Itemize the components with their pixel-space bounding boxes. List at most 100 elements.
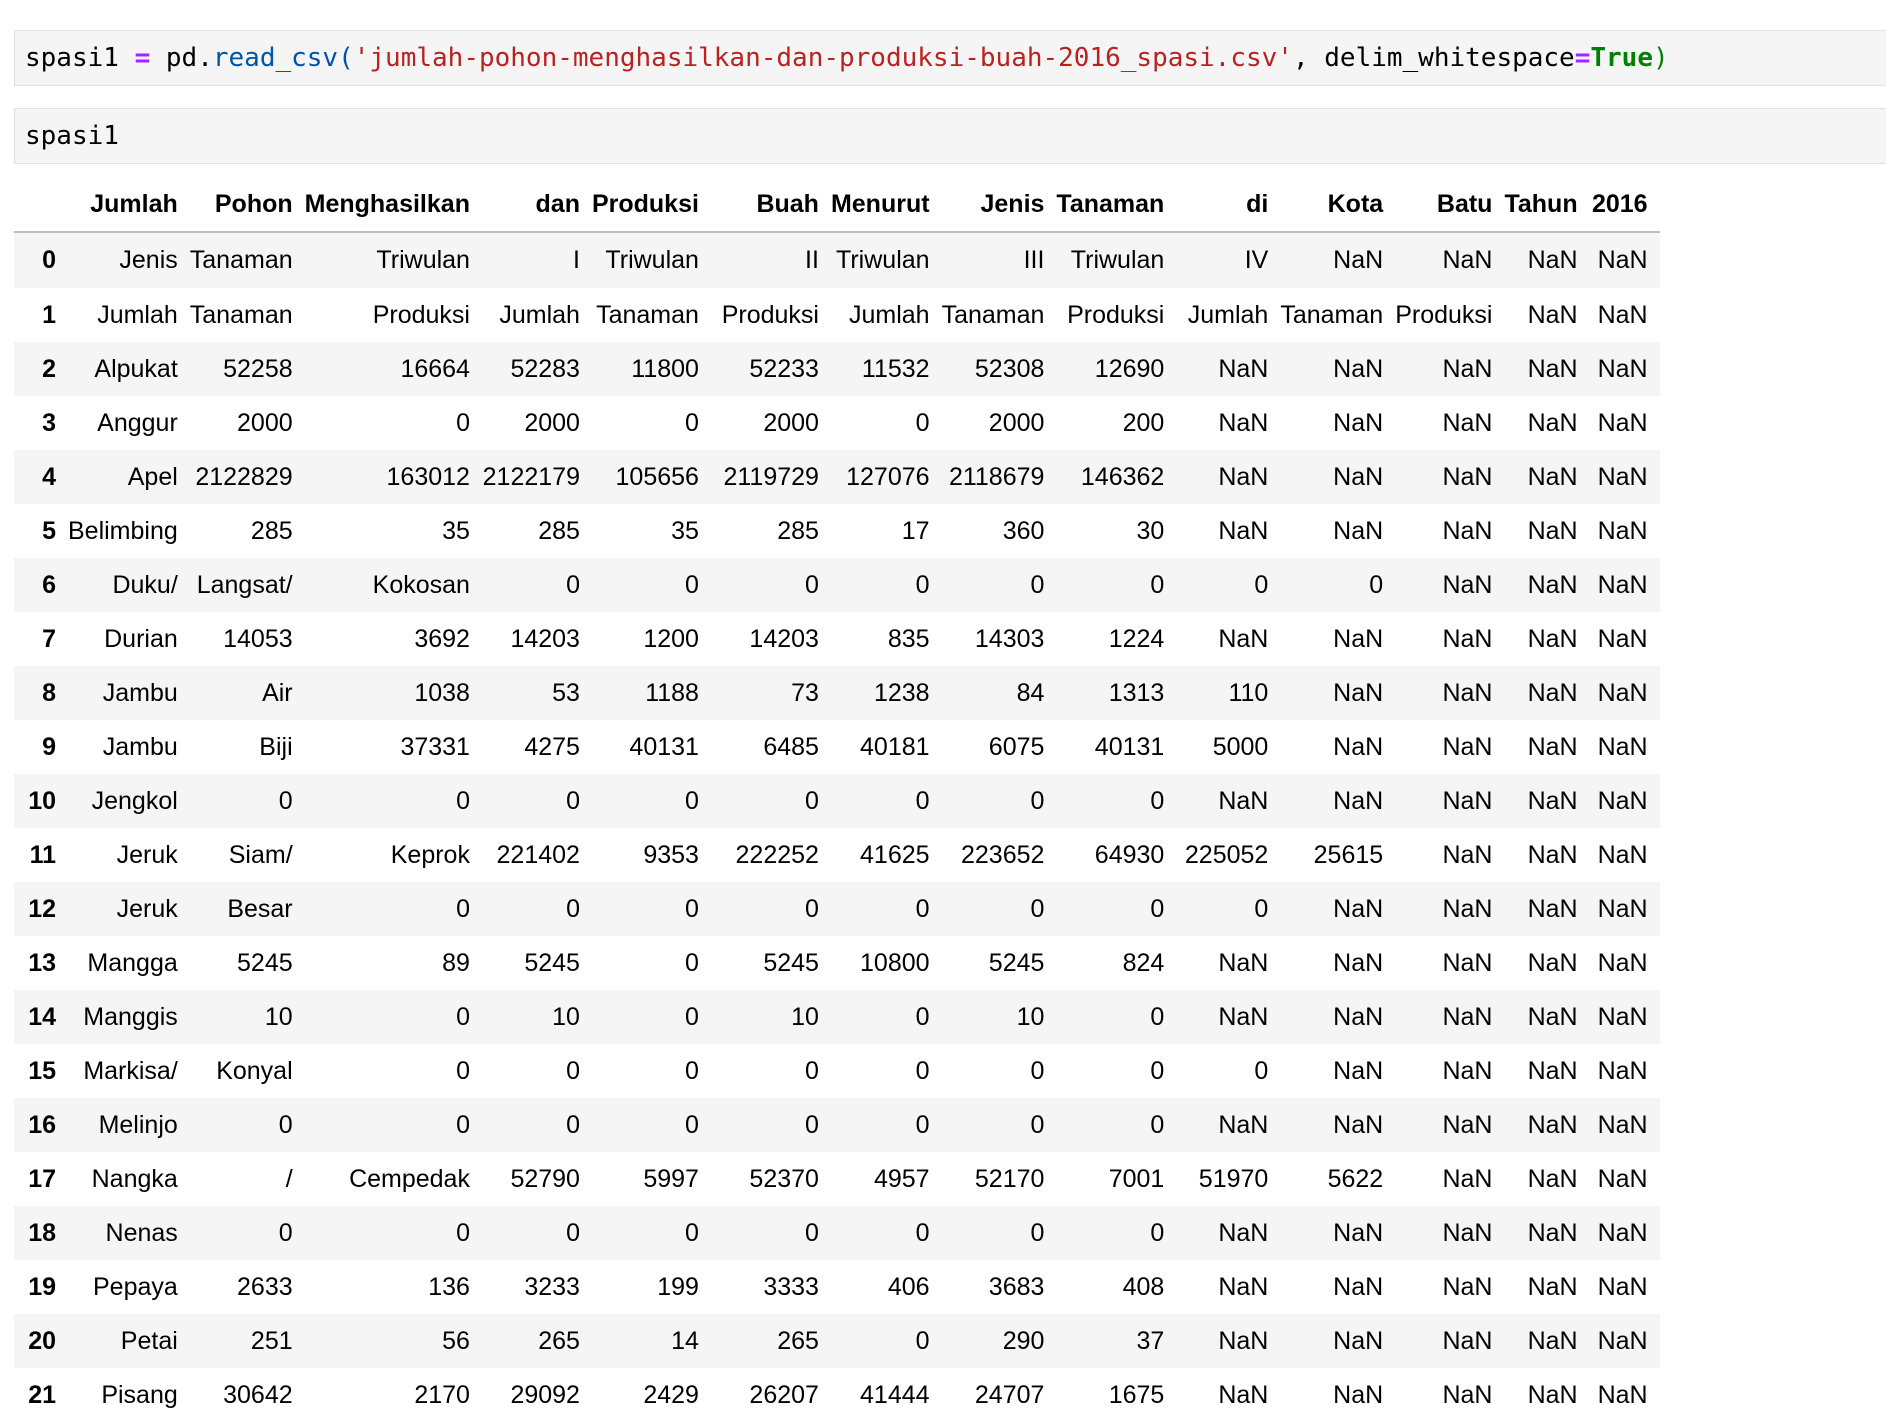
table-cell: Jengkol — [91, 786, 178, 815]
table-cell: 199 — [657, 1272, 699, 1301]
row-index: 6 — [42, 570, 56, 599]
row-index: 11 — [29, 840, 56, 869]
table-cell: 0 — [278, 1110, 293, 1139]
table-cell: NaN — [1442, 462, 1493, 491]
dataframe-output-table: Jumlah Pohon Menghasilkan dan Produksi Buah Me… — [14, 178, 1660, 1422]
table-row: 5 Belimbing 285 35 285 35 285 17 360 30 NaN NaN NaN N… — [14, 504, 1660, 558]
table-cell: Markisa/ — [83, 1056, 178, 1085]
table-header: Jumlah Pohon Menghasilkan dan Produksi Buah Me… — [14, 178, 1660, 233]
table-cell: NaN — [1597, 1110, 1648, 1139]
table-cell: NaN — [1442, 1164, 1493, 1193]
table-body: 0 Jenis Tanaman Triwulan I Triwulan II Triwulan… — [14, 232, 1660, 1422]
table-cell: 11532 — [861, 354, 930, 383]
table-cell: NaN — [1527, 1164, 1578, 1193]
table-cell: 0 — [915, 1218, 930, 1247]
column-header: Produksi — [591, 178, 711, 233]
table-cell: 0 — [1254, 570, 1269, 599]
table-cell: 5245 — [524, 948, 580, 977]
table-cell: 0 — [456, 1110, 470, 1139]
table-cell: 3333 — [763, 1272, 819, 1301]
table-cell: 35 — [671, 516, 699, 545]
table-cell: NaN — [1527, 678, 1578, 707]
table-cell: 6075 — [988, 732, 1045, 761]
table-cell: NaN — [1597, 408, 1648, 437]
table-cell: 0 — [456, 786, 470, 815]
table-cell: 0 — [915, 1002, 930, 1031]
column-header: Menghasilkan — [304, 178, 482, 233]
table-cell: NaN — [1218, 462, 1269, 491]
table-cell: 265 — [538, 1326, 580, 1355]
column-header: 2016 — [1589, 178, 1660, 233]
table-row: 6 Duku/Langsat/Kokosan 0 0 0 0 0 0 0 0 NaN NaN NaN — [14, 558, 1660, 612]
table-cell: 0 — [1030, 1056, 1045, 1085]
table-cell: 290 — [1002, 1326, 1045, 1355]
table-cell: 0 — [685, 1110, 699, 1139]
row-index: 20 — [28, 1326, 56, 1355]
table-cell: 0 — [566, 570, 580, 599]
table-cell: 17 — [901, 516, 930, 545]
table-cell: NaN — [1333, 1056, 1384, 1085]
column-header: Jumlah — [68, 178, 190, 233]
code-cell-read-csv[interactable]: spasi1 = pd.read_csv('jumlah-pohon-mengh… — [14, 30, 1886, 86]
table-cell: 0 — [805, 1056, 819, 1085]
table-row: 21 Pisang 30642 2170 29092 2429 26207 41444 2470… — [14, 1368, 1660, 1422]
table-cell: NaN — [1527, 1110, 1578, 1139]
column-header: di — [1176, 178, 1281, 233]
row-index: 18 — [28, 1218, 56, 1247]
table-cell: 200 — [1122, 408, 1165, 437]
table-cell: Tanaman — [1280, 300, 1384, 329]
table-cell: NaN — [1218, 516, 1269, 545]
table-cell: 163012 — [386, 462, 470, 491]
table-cell: NaN — [1333, 1002, 1384, 1031]
table-cell: NaN — [1218, 1272, 1269, 1301]
table-cell: 2122829 — [195, 462, 293, 491]
code-cell-display[interactable]: spasi1 — [14, 108, 1886, 164]
table-cell: 14303 — [974, 624, 1045, 653]
table-cell: 25615 — [1313, 840, 1384, 869]
table-cell: NaN — [1218, 1002, 1269, 1031]
table-row: 7 Durian 14053 3692 14203 1200 14203 835 14303 12… — [14, 612, 1660, 666]
row-index: 5 — [42, 516, 56, 545]
code-string: 'jumlah-pohon-menghasilkan-dan-produksi-… — [353, 43, 1293, 73]
table-cell: 0 — [685, 408, 699, 437]
table-cell: 0 — [685, 1002, 699, 1031]
table-cell: 0 — [1030, 1110, 1045, 1139]
table-cell: Produksi — [1395, 300, 1493, 329]
table-cell: Triwulan — [1070, 246, 1165, 274]
table-cell: 52790 — [510, 1164, 580, 1193]
table-cell: Tanaman — [596, 300, 699, 329]
table-cell: Tanaman — [941, 300, 1045, 329]
table-cell: 64930 — [1094, 840, 1165, 869]
table-cell: 265 — [777, 1326, 819, 1355]
table-cell: 37 — [1136, 1326, 1165, 1355]
table-cell: 0 — [1030, 1218, 1045, 1247]
table-cell: NaN — [1597, 1272, 1648, 1301]
table-cell: 225052 — [1184, 840, 1269, 869]
table-cell: 30642 — [223, 1380, 293, 1409]
table-cell: NaN — [1442, 678, 1493, 707]
table-cell: NaN — [1333, 678, 1384, 707]
table-cell: NaN — [1597, 678, 1648, 707]
table-cell: 0 — [1150, 570, 1165, 599]
table-cell: 0 — [566, 894, 580, 923]
table-cell: 0 — [1150, 1218, 1165, 1247]
table-cell: Air — [262, 678, 293, 707]
table-cell: NaN — [1442, 624, 1493, 653]
table-cell: 0 — [805, 786, 819, 815]
table-cell: NaN — [1442, 1110, 1493, 1139]
table-cell: 408 — [1122, 1272, 1165, 1301]
table-cell: NaN — [1527, 624, 1578, 653]
table-cell: Nangka — [91, 1164, 178, 1193]
table-cell: IV — [1244, 246, 1269, 274]
table-cell: 285 — [777, 516, 819, 545]
table-cell: 41444 — [860, 1380, 930, 1409]
table-cell: Triwulan — [836, 246, 930, 274]
table-cell: 0 — [456, 1218, 470, 1247]
table-cell: Konyal — [216, 1056, 293, 1085]
row-index: 7 — [42, 624, 56, 653]
table-cell: 146362 — [1080, 462, 1165, 491]
table-cell: / — [285, 1164, 293, 1193]
table-cell: NaN — [1597, 840, 1648, 869]
table-cell: 251 — [250, 1326, 293, 1355]
table-cell: 16664 — [400, 354, 470, 383]
